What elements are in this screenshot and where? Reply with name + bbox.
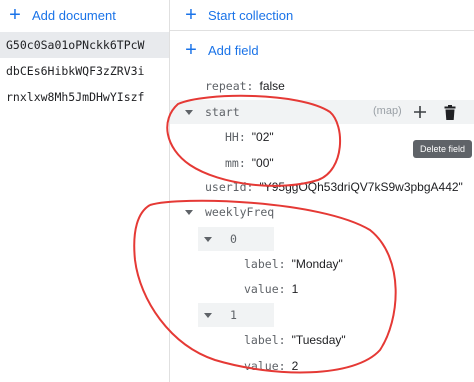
document-id: G50c0Sa01oPNckk6TPcW xyxy=(6,38,145,52)
array-index: 1 xyxy=(230,308,237,322)
field-label[interactable]: label: "Monday" xyxy=(244,253,343,275)
field-key: value xyxy=(244,359,279,373)
fields-panel: + Start collection + Add field repeat: f… xyxy=(170,0,474,382)
add-subfield-button[interactable] xyxy=(410,101,430,123)
plus-icon: + xyxy=(185,39,197,61)
field-value: "02" xyxy=(251,130,274,144)
divider xyxy=(170,30,474,31)
field-key: HH xyxy=(225,130,239,144)
array-item-0[interactable]: 0 xyxy=(198,227,274,251)
trash-icon xyxy=(444,104,456,120)
collapse-arrow-icon[interactable] xyxy=(204,312,212,318)
field-value-row[interactable]: value: 1 xyxy=(244,278,298,300)
field-key: mm xyxy=(225,156,239,170)
start-collection-label: Start collection xyxy=(208,7,294,23)
add-document-label: Add document xyxy=(32,7,116,23)
documents-panel: + Add document G50c0Sa01oPNckk6TPcW dbCE… xyxy=(0,0,170,382)
field-value: false xyxy=(259,79,285,93)
delete-field-button[interactable] xyxy=(440,101,460,123)
field-value: "Monday" xyxy=(291,257,343,271)
field-value: "Y95ggOQh53driQV7kS9w3pbgA442" xyxy=(259,180,463,194)
add-field-button[interactable]: + Add field xyxy=(182,39,259,61)
array-item-1[interactable]: 1 xyxy=(198,303,274,327)
field-hh[interactable]: HH: "02" xyxy=(225,126,274,148)
firestore-data-viewer: + Add document G50c0Sa01oPNckk6TPcW dbCE… xyxy=(0,0,474,382)
field-key: value xyxy=(244,282,279,296)
document-item[interactable]: rnxlxw8Mh5JmDHwYIszf xyxy=(0,84,169,110)
field-key: weeklyFreq xyxy=(205,205,275,219)
field-key: label xyxy=(244,333,279,347)
field-key: repeat xyxy=(205,79,247,93)
field-key: userId xyxy=(205,180,247,194)
add-field-label: Add field xyxy=(208,42,259,58)
field-value: 1 xyxy=(291,282,299,296)
collapse-arrow-icon[interactable] xyxy=(185,209,193,215)
document-id: rnxlxw8Mh5JmDHwYIszf xyxy=(6,90,145,104)
collapse-arrow-icon[interactable] xyxy=(204,236,212,242)
collapse-arrow-icon[interactable] xyxy=(185,109,193,115)
plus-icon: + xyxy=(9,4,21,26)
field-type-tag: (map) xyxy=(373,105,402,117)
field-weeklyfreq[interactable]: weeklyFreq xyxy=(170,201,274,223)
field-key: label xyxy=(244,257,279,271)
field-value-row[interactable]: value: 2 xyxy=(244,355,298,377)
field-repeat[interactable]: repeat: false xyxy=(205,75,285,97)
array-index: 0 xyxy=(230,232,237,246)
document-item[interactable]: G50c0Sa01oPNckk6TPcW xyxy=(0,32,169,58)
delete-field-tooltip: Delete field xyxy=(413,140,473,158)
add-document-button[interactable]: + Add document xyxy=(6,4,116,26)
field-value: "Tuesday" xyxy=(291,333,346,347)
field-mm[interactable]: mm: "00" xyxy=(225,152,274,174)
start-collection-button[interactable]: + Start collection xyxy=(182,4,294,26)
document-item[interactable]: dbCEs6HibkWQF3zZRV3i xyxy=(0,58,169,84)
field-label[interactable]: label: "Tuesday" xyxy=(244,329,346,351)
field-userid[interactable]: userId: "Y95ggOQh53driQV7kS9w3pbgA442" xyxy=(205,176,463,198)
document-id: dbCEs6HibkWQF3zZRV3i xyxy=(6,64,145,78)
field-key: start xyxy=(205,105,240,119)
plus-icon xyxy=(414,106,426,118)
field-value: "00" xyxy=(251,156,274,170)
plus-icon: + xyxy=(185,4,197,26)
field-value: 2 xyxy=(291,359,299,373)
